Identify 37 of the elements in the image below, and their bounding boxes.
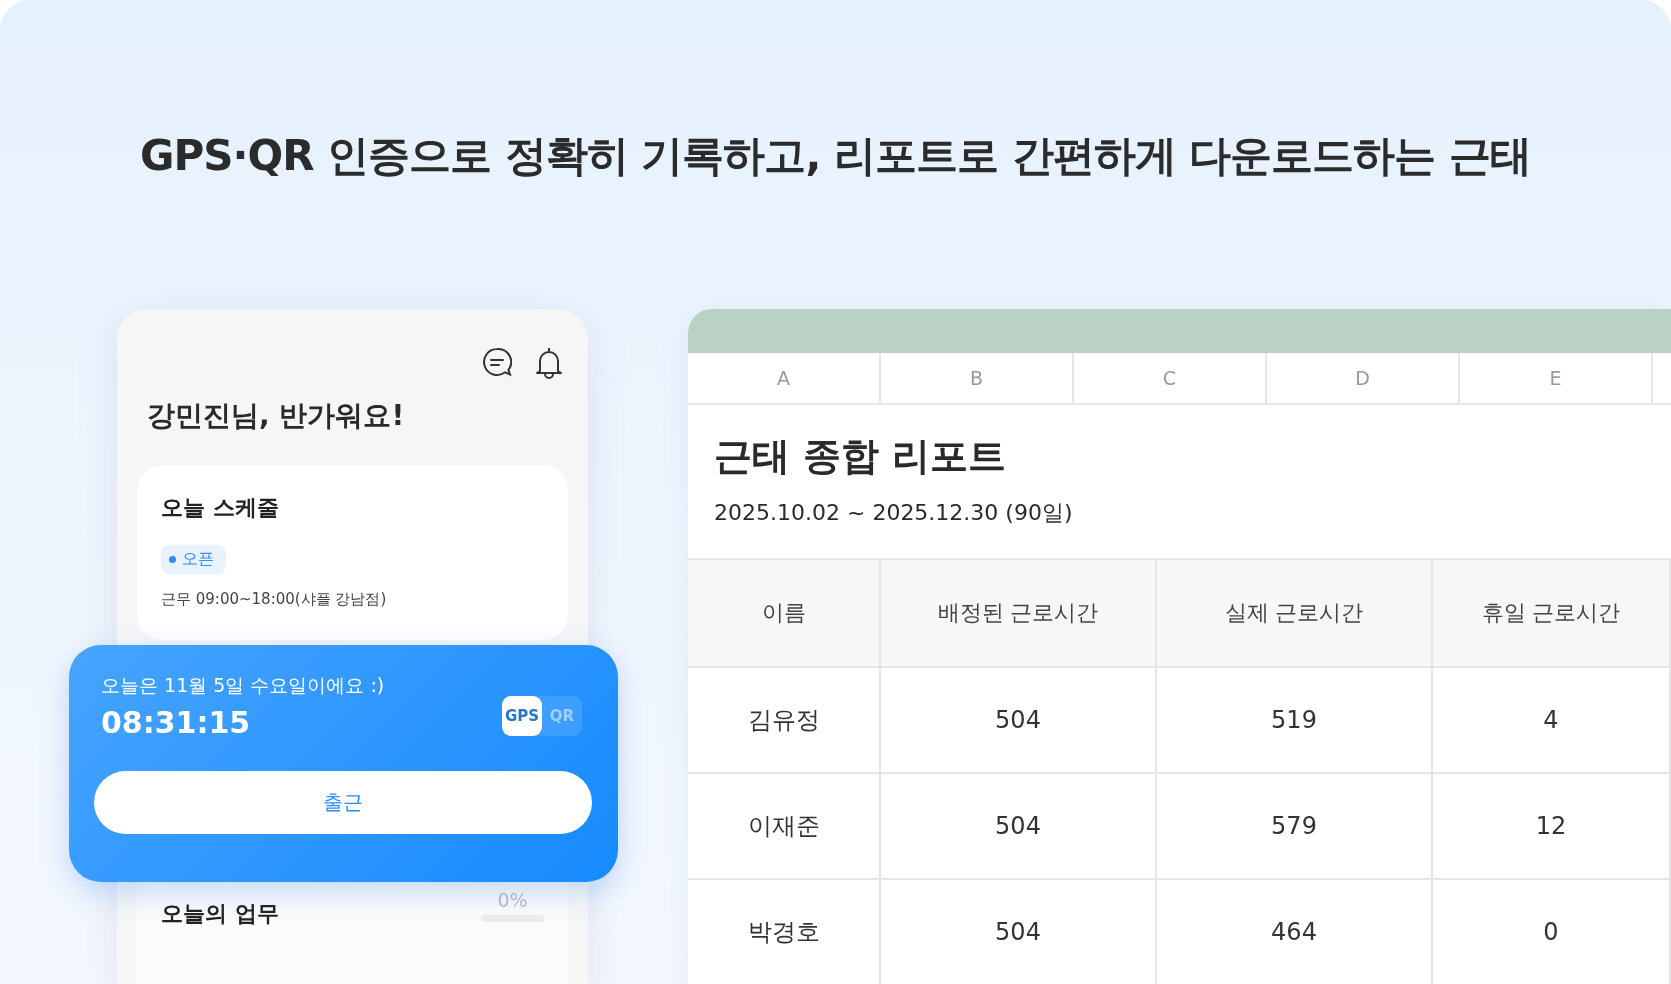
card-title: 오늘 스케줄: [161, 494, 280, 522]
clock-time: 08:31:15: [101, 705, 252, 740]
clock-in-button[interactable]: 출근: [94, 771, 592, 834]
headline: GPS·QR 인증으로 정확히 기록하고, 리포트로 간편하게 다운로드하는 근태: [139, 130, 1532, 182]
column-header: 휴일 근로시간: [1433, 560, 1671, 668]
shift-text: 근무 09:00~18:00(샤플 강남점): [161, 590, 388, 609]
method-tab[interactable]: QR: [542, 696, 582, 736]
table-cell: 이재준: [688, 774, 881, 880]
report-title: 근태 종합 리포트: [714, 433, 1008, 480]
column-header: 이름: [688, 560, 881, 668]
table-cell: 504: [881, 668, 1157, 774]
column-letter: C: [1074, 353, 1267, 403]
chat-icon[interactable]: [482, 347, 512, 377]
method-tab[interactable]: GPS: [502, 696, 542, 736]
column-letter: A: [688, 353, 881, 403]
bell-icon[interactable]: [534, 347, 564, 379]
table-cell: 504: [881, 880, 1157, 984]
table-cell: 519: [1157, 668, 1433, 774]
column-letter: D: [1267, 353, 1460, 403]
table-cell: 4: [1433, 668, 1671, 774]
report-period: 2025.10.02 ~ 2025.12.30 (90일): [714, 499, 1074, 527]
status-badge: 오픈: [161, 545, 226, 574]
table-cell: 12: [1433, 774, 1671, 880]
column-header: 배정된 근로시간: [881, 560, 1157, 668]
table-cell: 464: [1157, 880, 1433, 984]
table-cell: 579: [1157, 774, 1433, 880]
table-cell: 0: [1433, 880, 1671, 984]
greeting: 강민진님, 반가워요!: [147, 398, 406, 434]
progress-percent: 0%: [497, 889, 528, 911]
column-letter: B: [881, 353, 1074, 403]
date-text: 오늘은 11월 5일 수요일이에요 :): [101, 673, 385, 698]
column-header: 실제 근로시간: [1157, 560, 1433, 668]
card-title: 오늘의 업무: [161, 900, 279, 928]
table-cell: 박경호: [688, 880, 881, 984]
table-cell: 김유정: [688, 668, 881, 774]
column-letter: E: [1460, 353, 1653, 403]
table-cell: 504: [881, 774, 1157, 880]
